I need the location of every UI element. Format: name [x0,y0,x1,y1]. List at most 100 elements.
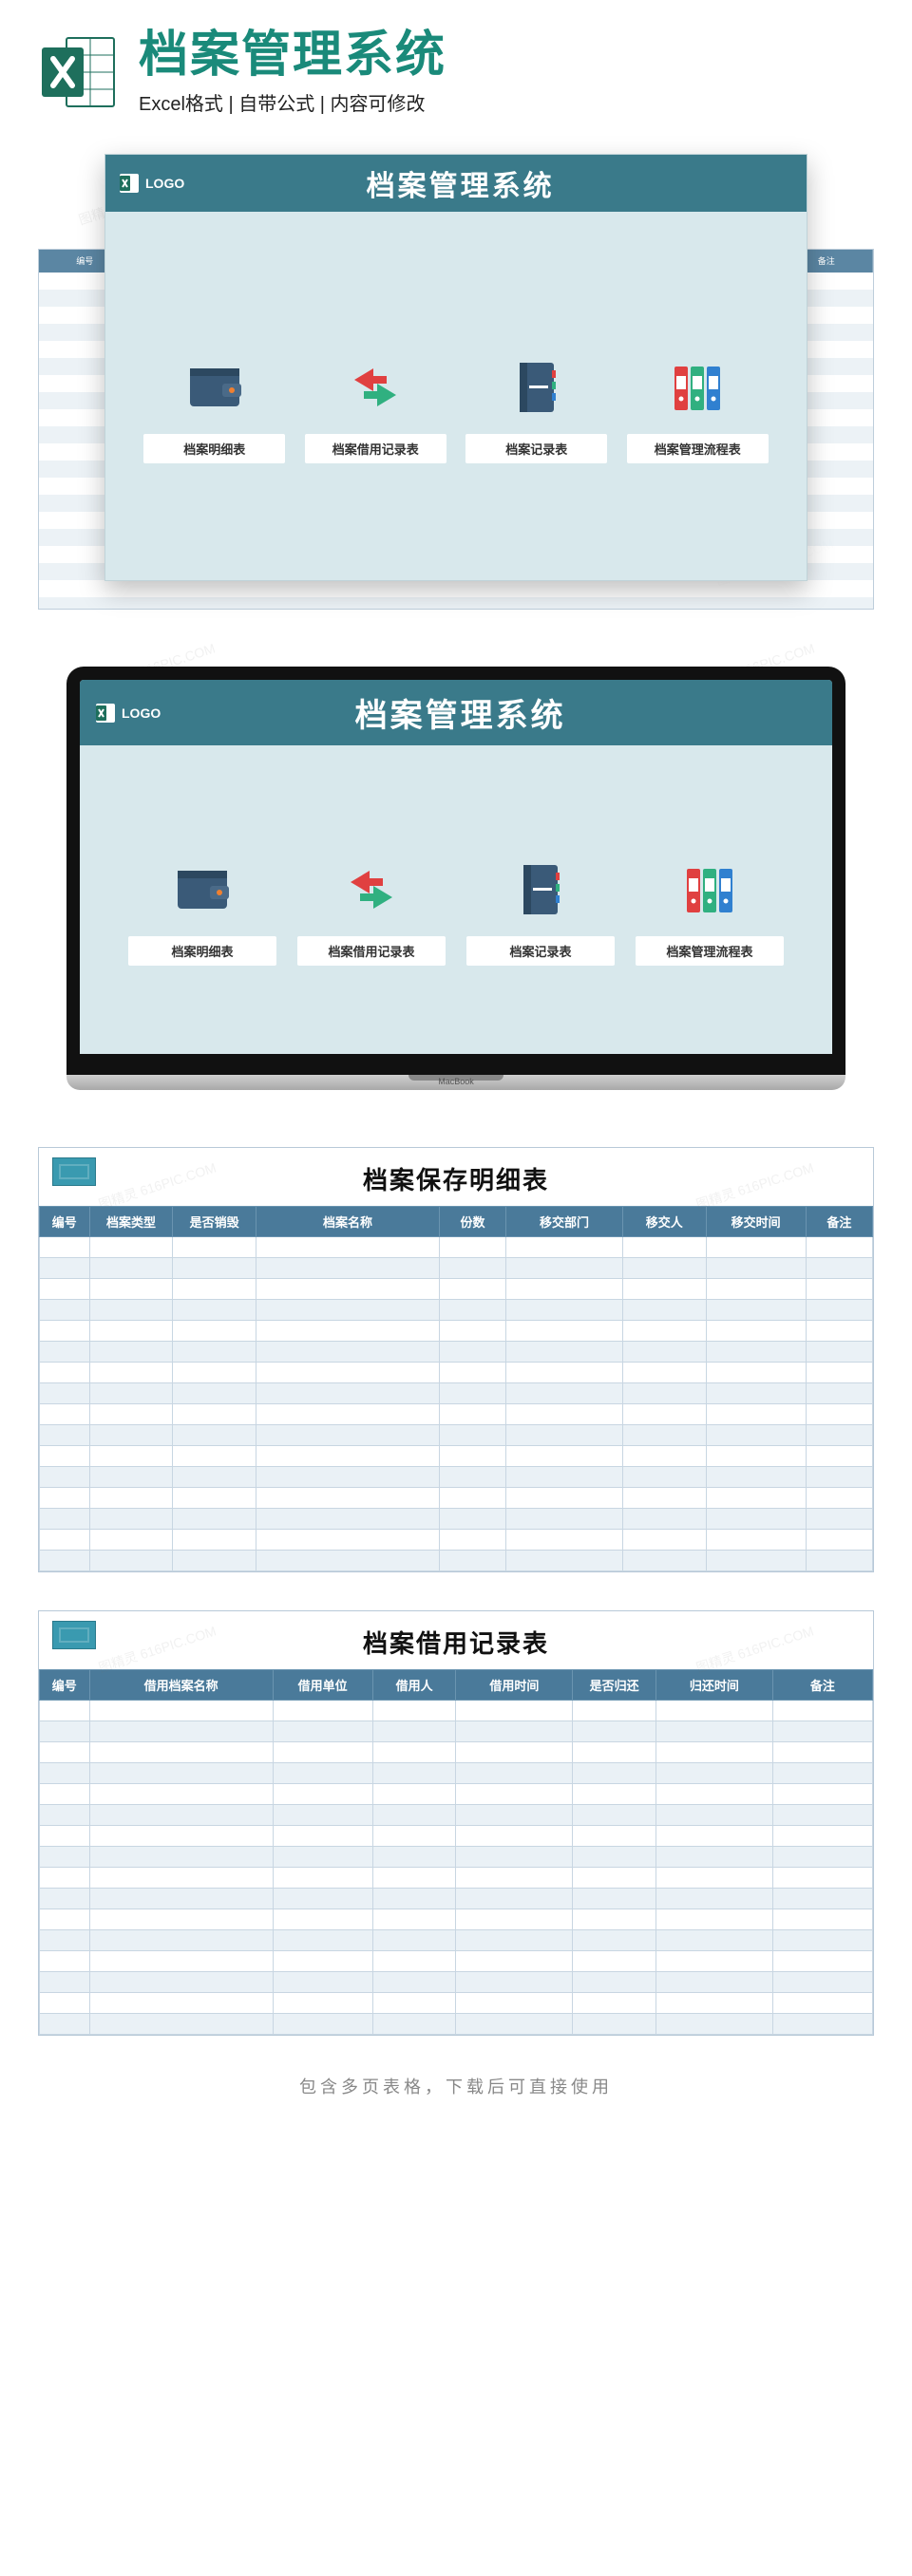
table-cell[interactable] [256,1237,439,1258]
table-cell[interactable] [40,1909,90,1930]
table-cell[interactable] [456,2014,573,2035]
table-cell[interactable] [806,1321,872,1342]
table-cell[interactable] [372,2014,456,2035]
table-cell[interactable] [772,1826,872,1847]
table-cell[interactable] [439,1237,505,1258]
table-cell[interactable] [772,1889,872,1909]
table-cell[interactable] [40,1363,90,1383]
table-cell[interactable] [506,1425,623,1446]
table-cell[interactable] [40,1868,90,1889]
table-cell[interactable] [622,1404,706,1425]
table-cell[interactable] [40,1951,90,1972]
table-cell[interactable] [772,1847,872,1868]
table-cell[interactable] [40,1930,90,1951]
table-cell[interactable] [439,1446,505,1467]
table-cell[interactable] [89,1425,173,1446]
table-cell[interactable] [273,1847,372,1868]
table-cell[interactable] [456,1993,573,2014]
nav-item[interactable]: 档案明细表 [128,856,277,966]
table-cell[interactable] [372,1763,456,1784]
table-cell[interactable] [656,1847,772,1868]
table-cell[interactable] [273,1909,372,1930]
table-cell[interactable] [40,1488,90,1509]
table-cell[interactable] [256,1467,439,1488]
table-cell[interactable] [173,1530,256,1551]
table-cell[interactable] [656,1701,772,1721]
table-cell[interactable] [89,1972,273,1993]
table-cell[interactable] [40,1826,90,1847]
table-cell[interactable] [273,1701,372,1721]
table-cell[interactable] [40,1258,90,1279]
table-cell[interactable] [456,1721,573,1742]
table-cell[interactable] [772,1993,872,2014]
table-cell[interactable] [89,1784,273,1805]
table-cell[interactable] [89,1342,173,1363]
table-cell[interactable] [40,1321,90,1342]
table-cell[interactable] [89,1993,273,2014]
table-cell[interactable] [439,1383,505,1404]
table-cell[interactable] [256,1258,439,1279]
table-cell[interactable] [40,1805,90,1826]
table-cell[interactable] [622,1425,706,1446]
table-cell[interactable] [439,1488,505,1509]
table-cell[interactable] [439,1300,505,1321]
table-cell[interactable] [256,1551,439,1571]
table-cell[interactable] [706,1258,806,1279]
table-cell[interactable] [772,1784,872,1805]
table-cell[interactable] [40,1530,90,1551]
table-cell[interactable] [89,1258,173,1279]
table-cell[interactable] [273,1930,372,1951]
table-cell[interactable] [273,1868,372,1889]
table-cell[interactable] [256,1446,439,1467]
nav-item[interactable]: 档案明细表 [143,354,285,463]
table-cell[interactable] [772,1972,872,1993]
table-cell[interactable] [256,1279,439,1300]
table-cell[interactable] [706,1300,806,1321]
table-cell[interactable] [506,1342,623,1363]
table-cell[interactable] [806,1467,872,1488]
table-cell[interactable] [40,1300,90,1321]
table-cell[interactable] [573,1805,656,1826]
table-cell[interactable] [622,1363,706,1383]
table-cell[interactable] [89,1701,273,1721]
table-cell[interactable] [372,1993,456,2014]
table-cell[interactable] [89,1300,173,1321]
table-cell[interactable] [173,1551,256,1571]
table-cell[interactable] [173,1509,256,1530]
table-cell[interactable] [772,1701,872,1721]
table-cell[interactable] [806,1342,872,1363]
table-cell[interactable] [456,1909,573,1930]
table-cell[interactable] [372,1868,456,1889]
nav-item[interactable]: 档案管理流程表 [627,354,769,463]
table-cell[interactable] [173,1404,256,1425]
table-cell[interactable] [273,1993,372,2014]
table-cell[interactable] [173,1300,256,1321]
table-cell[interactable] [89,1530,173,1551]
table-cell[interactable] [173,1363,256,1383]
table-cell[interactable] [456,1742,573,1763]
table-cell[interactable] [89,1763,273,1784]
table-cell[interactable] [806,1509,872,1530]
table-cell[interactable] [372,1826,456,1847]
table-cell[interactable] [173,1446,256,1467]
table-cell[interactable] [439,1530,505,1551]
table-cell[interactable] [573,1889,656,1909]
table-cell[interactable] [89,1951,273,1972]
table-cell[interactable] [806,1530,872,1551]
table-cell[interactable] [40,1742,90,1763]
table-cell[interactable] [622,1258,706,1279]
table-cell[interactable] [372,1701,456,1721]
table-cell[interactable] [256,1300,439,1321]
table-cell[interactable] [40,1446,90,1467]
table-cell[interactable] [706,1363,806,1383]
table-cell[interactable] [256,1425,439,1446]
table-cell[interactable] [706,1446,806,1467]
table-cell[interactable] [372,1909,456,1930]
table-cell[interactable] [439,1404,505,1425]
table-cell[interactable] [656,2014,772,2035]
table-cell[interactable] [256,1509,439,1530]
table-cell[interactable] [456,1951,573,1972]
table-cell[interactable] [656,1763,772,1784]
table-cell[interactable] [706,1342,806,1363]
table-cell[interactable] [273,1721,372,1742]
